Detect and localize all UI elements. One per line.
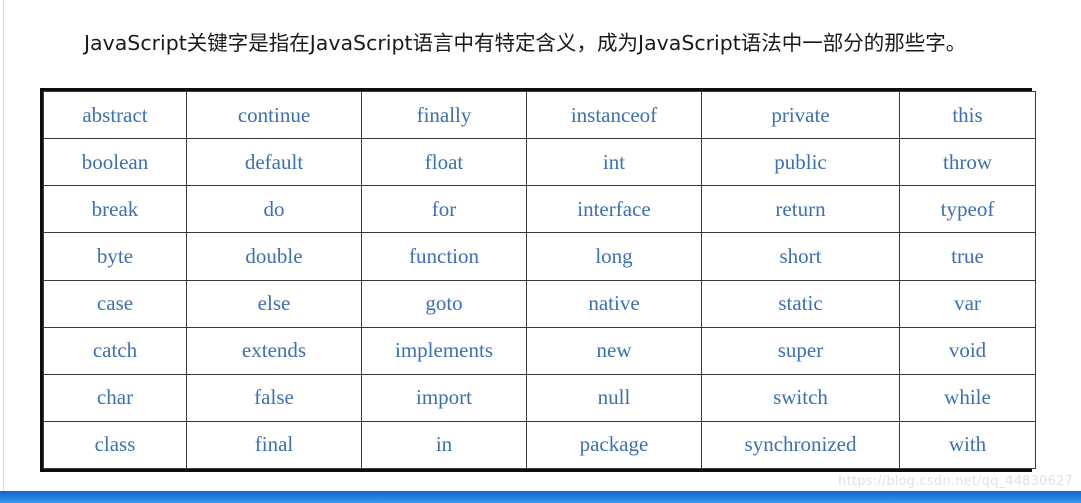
- javascript-keywords-table: abstract continue finally instanceof pri…: [40, 88, 1036, 472]
- keyword-cell: default: [186, 138, 362, 187]
- keyword-grid: abstract continue finally instanceof pri…: [43, 90, 1036, 470]
- keyword-cell: byte: [43, 232, 187, 281]
- keyword-cell: finally: [361, 90, 527, 140]
- keyword-cell: true: [899, 232, 1036, 281]
- keyword-cell: case: [43, 279, 187, 328]
- keyword-cell: float: [361, 138, 527, 187]
- keyword-cell: with: [899, 420, 1036, 470]
- keyword-cell: do: [186, 185, 362, 234]
- keyword-cell: double: [186, 232, 362, 281]
- keyword-cell: throw: [899, 138, 1036, 187]
- table-row: abstract continue finally instanceof pri…: [43, 90, 1036, 140]
- table-row: break do for interface return typeof: [43, 185, 1036, 234]
- page-title: JavaScript关键字是指在JavaScript语言中有特定含义，成为Jav…: [84, 30, 967, 55]
- keyword-cell: extends: [186, 326, 362, 375]
- watermark: https://blog.csdn.net/qq_44830627: [838, 474, 1073, 489]
- keyword-cell: function: [361, 232, 527, 281]
- table-row: class final in package synchronized with: [43, 420, 1036, 470]
- keyword-cell: interface: [526, 185, 702, 234]
- keyword-cell: new: [526, 326, 702, 375]
- keyword-cell: for: [361, 185, 527, 234]
- table-row: boolean default float int public throw: [43, 138, 1036, 187]
- keyword-cell: void: [899, 326, 1036, 375]
- keyword-cell: null: [526, 373, 702, 422]
- keyword-cell: long: [526, 232, 702, 281]
- keyword-cell: in: [361, 420, 527, 470]
- keyword-cell: switch: [701, 373, 900, 422]
- keyword-cell: private: [701, 90, 900, 140]
- keyword-cell: else: [186, 279, 362, 328]
- keyword-cell: class: [43, 420, 187, 470]
- keyword-cell: this: [899, 90, 1036, 140]
- keyword-cell: abstract: [43, 90, 187, 140]
- keyword-cell: false: [186, 373, 362, 422]
- bottom-accent-bar: [0, 491, 1081, 503]
- keyword-cell: goto: [361, 279, 527, 328]
- keyword-cell: short: [701, 232, 900, 281]
- keyword-cell: catch: [43, 326, 187, 375]
- keyword-cell: super: [701, 326, 900, 375]
- keyword-cell: package: [526, 420, 702, 470]
- keyword-cell: while: [899, 373, 1036, 422]
- keyword-cell: return: [701, 185, 900, 234]
- keyword-cell: var: [899, 279, 1036, 328]
- keyword-cell: break: [43, 185, 187, 234]
- keyword-cell: typeof: [899, 185, 1036, 234]
- keyword-grid-body: abstract continue finally instanceof pri…: [43, 90, 1036, 470]
- table-row: byte double function long short true: [43, 232, 1036, 281]
- keyword-cell: instanceof: [526, 90, 702, 140]
- keyword-cell: int: [526, 138, 702, 187]
- keyword-cell: static: [701, 279, 900, 328]
- keyword-cell: public: [701, 138, 900, 187]
- keyword-cell: implements: [361, 326, 527, 375]
- table-row: catch extends implements new super void: [43, 326, 1036, 375]
- keyword-cell: native: [526, 279, 702, 328]
- keyword-cell: synchronized: [701, 420, 900, 470]
- table-row: case else goto native static var: [43, 279, 1036, 328]
- keyword-cell: boolean: [43, 138, 187, 187]
- keyword-cell: char: [43, 373, 187, 422]
- left-edge-rule: [3, 0, 4, 491]
- keyword-cell: import: [361, 373, 527, 422]
- keyword-cell: final: [186, 420, 362, 470]
- table-row: char false import null switch while: [43, 373, 1036, 422]
- keyword-cell: continue: [186, 90, 362, 140]
